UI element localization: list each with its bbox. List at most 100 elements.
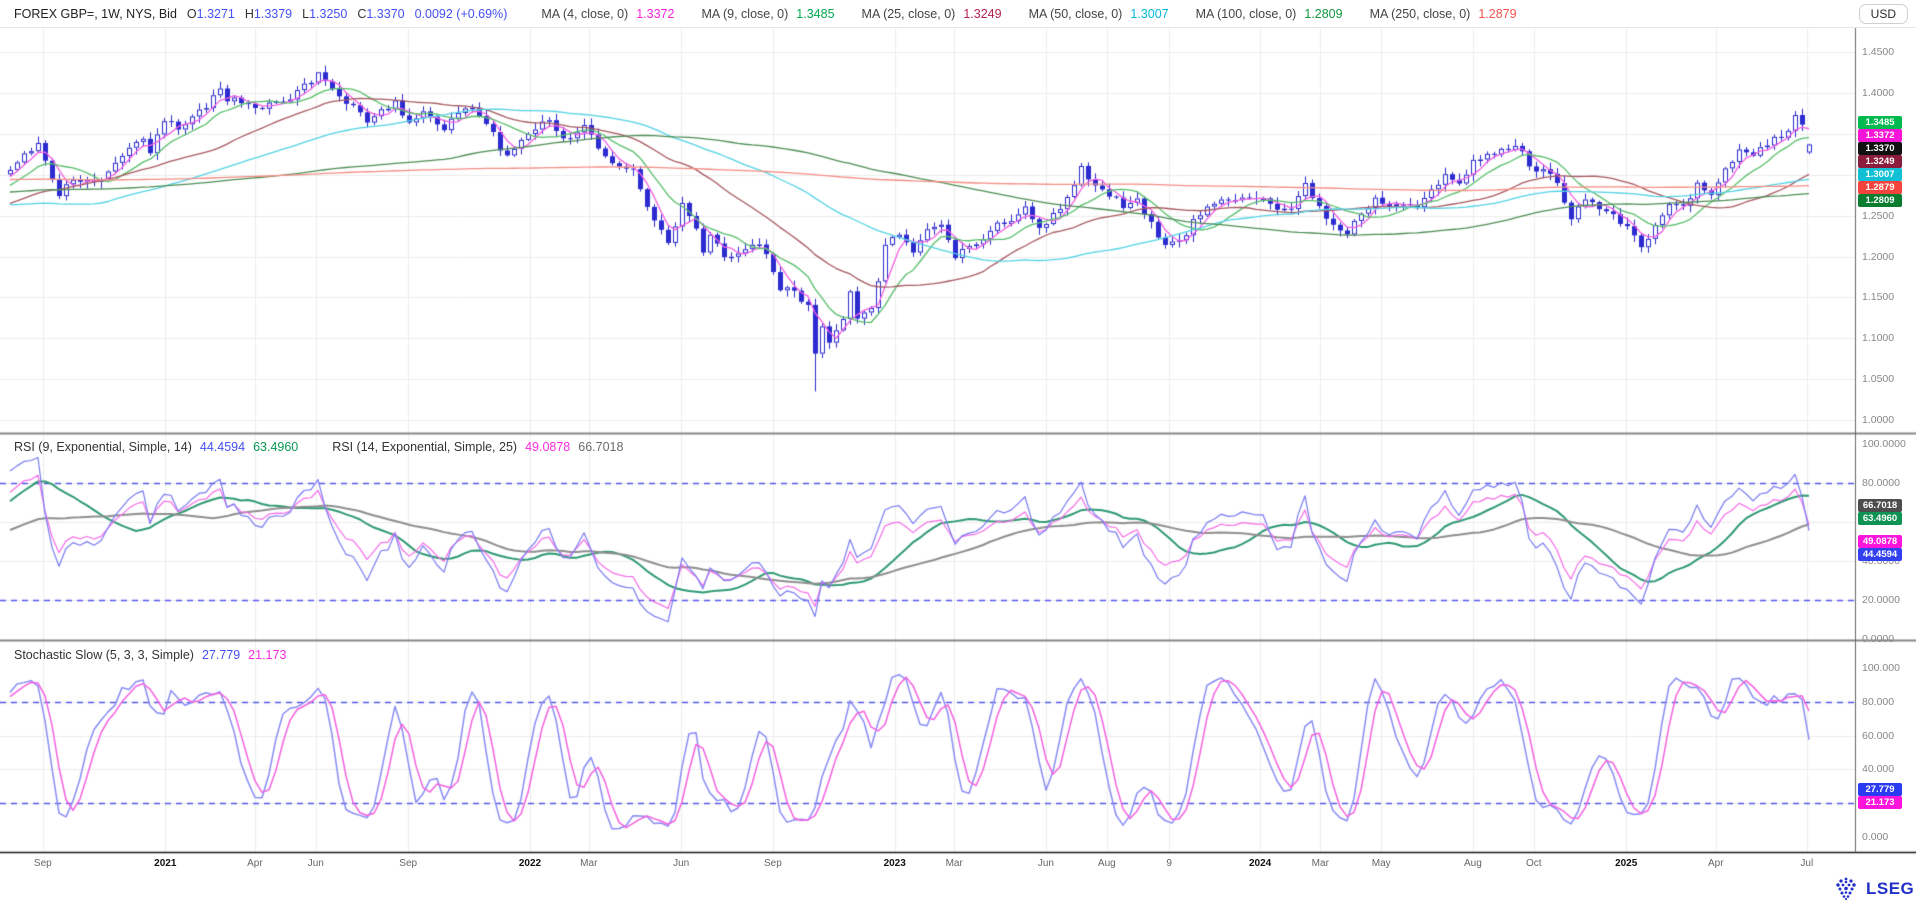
rsi14-value: 49.0878 <box>525 440 570 454</box>
ma-legend-item-100[interactable]: MA (100, close, 0)1.2809 <box>1196 7 1343 21</box>
time-axis-month-label[interactable]: Mar <box>580 858 597 869</box>
stoch-axis-tick: 80.000 <box>1862 696 1894 708</box>
rsi14-ma-badge: 66.7018 <box>1858 499 1902 512</box>
rsi9-badge: 44.4594 <box>1858 548 1902 561</box>
quote-value: 1.3250 <box>309 7 347 21</box>
rsi-axis-tick: 0.0000 <box>1862 633 1894 645</box>
quote-label: H <box>245 7 254 21</box>
ma-legend-value: 1.3485 <box>796 7 834 21</box>
quote-value: 1.3370 <box>366 7 404 21</box>
time-axis-year-label[interactable]: 2023 <box>884 858 906 869</box>
rsi9-ma-badge: 63.4960 <box>1858 512 1902 525</box>
lseg-branding: LSEG <box>1834 877 1914 901</box>
rsi-legend[interactable]: RSI (9, Exponential, Simple, 14) 44.4594 6… <box>14 440 631 454</box>
change-value: 0.0092 (+0.69%) <box>415 7 508 21</box>
ma-legend-value: 1.3372 <box>636 7 674 21</box>
ma-legend-value: 1.2879 <box>1478 7 1516 21</box>
quote-value: 1.3271 <box>197 7 235 21</box>
time-axis-month-label[interactable]: Jun <box>1038 858 1054 869</box>
quote-o: O1.3271 <box>187 7 235 21</box>
stoch-d-badge: 21.173 <box>1858 796 1902 809</box>
chart-header: FOREX GBP=, 1W, NYS, Bid O1.3271 H1.3379 L… <box>0 0 1916 28</box>
ma-legend-label: MA (50, close, 0) <box>1029 7 1123 21</box>
time-axis-month-label[interactable]: May <box>1372 858 1391 869</box>
time-axis-month-label[interactable]: Sep <box>764 858 782 869</box>
time-axis-year-label[interactable]: 2024 <box>1249 858 1271 869</box>
ma-legend-label: MA (25, close, 0) <box>862 7 956 21</box>
chart-workspace: FOREX GBP=, 1W, NYS, Bid O1.3271 H1.3379 L… <box>0 0 1916 905</box>
price-axis-tick: 1.2500 <box>1862 210 1894 222</box>
quote-l: L1.3250 <box>302 7 347 21</box>
stoch-axis-tick: 40.000 <box>1862 763 1894 775</box>
ma-legend-value: 1.3249 <box>963 7 1001 21</box>
rsi9-value: 44.4594 <box>200 440 245 454</box>
ma4-badge: 1.3372 <box>1858 129 1902 142</box>
stoch-axis-tick: 60.000 <box>1862 730 1894 742</box>
quote-c: C1.3370 <box>357 7 404 21</box>
time-axis-month-label[interactable]: Aug <box>1098 858 1116 869</box>
rsi9-ma-value: 63.4960 <box>253 440 298 454</box>
time-axis-month-label[interactable]: Aug <box>1464 858 1482 869</box>
last-price-badge: 1.3370 <box>1858 142 1902 155</box>
time-axis-month-label[interactable]: Jul <box>1800 858 1813 869</box>
time-axis-month-label[interactable]: Apr <box>1708 858 1724 869</box>
ma-legend-item-50[interactable]: MA (50, close, 0) 1.3007 <box>1029 7 1169 21</box>
ma50-badge: 1.3007 <box>1858 168 1902 181</box>
rsi14-label[interactable]: RSI (14, Exponential, Simple, 25) <box>332 440 517 454</box>
ma-legend: MA (4, close, 0) 1.3372 MA (9, close, 0) 1.… <box>541 7 1543 21</box>
ma-legend-label: MA (250, close, 0) <box>1370 7 1471 21</box>
time-axis-month-label[interactable]: Jun <box>673 858 689 869</box>
ma-legend-item-25[interactable]: MA (25, close, 0) 1.3249 <box>862 7 1002 21</box>
price-axis-tick: 1.1000 <box>1862 332 1894 344</box>
stoch-axis-tick: 100.000 <box>1862 662 1900 674</box>
ohlc-quote: O1.3271 H1.3379 L1.3250 C1.3370 <box>177 7 405 21</box>
ma-legend-label: MA (4, close, 0) <box>541 7 628 21</box>
ma-legend-item-9[interactable]: MA (9, close, 0) 1.3485 <box>701 7 834 21</box>
rsi-axis-tick: 100.0000 <box>1862 438 1906 450</box>
rsi14-ma-value: 66.7018 <box>578 440 623 454</box>
price-axis-tick: 1.4500 <box>1862 46 1894 58</box>
rsi-axis-tick: 80.0000 <box>1862 477 1900 489</box>
quote-label: O <box>187 7 197 21</box>
stochastic-legend[interactable]: Stochastic Slow (5, 3, 3, Simple) 27.779 2… <box>14 648 294 662</box>
price-axis-tick: 1.1500 <box>1862 291 1894 303</box>
time-axis-year-label[interactable]: 2022 <box>519 858 541 869</box>
instrument-title: FOREX GBP=, 1W, NYS, Bid <box>14 7 177 21</box>
price-axis-tick: 1.2000 <box>1862 251 1894 263</box>
time-axis-year-label[interactable]: 2025 <box>1615 858 1637 869</box>
ma-legend-item-4[interactable]: MA (4, close, 0) 1.3372 <box>541 7 674 21</box>
quote-value: 1.3379 <box>254 7 292 21</box>
time-axis-month-label[interactable]: Jun <box>308 858 324 869</box>
stoch-k-badge: 27.779 <box>1858 783 1902 796</box>
ma-legend-label: MA (9, close, 0) <box>701 7 788 21</box>
time-axis-month-label[interactable]: Mar <box>946 858 963 869</box>
lseg-crest-icon <box>1834 877 1860 901</box>
stoch-axis-tick: 0.000 <box>1862 831 1888 843</box>
currency-button[interactable]: USD <box>1859 4 1908 24</box>
price-axis-tick: 1.4000 <box>1862 87 1894 99</box>
ma-legend-label: MA (100, close, 0) <box>1196 7 1297 21</box>
ma100-badge: 1.2809 <box>1858 194 1902 207</box>
ma-legend-item-250[interactable]: MA (250, close, 0) 1.2879 <box>1370 7 1517 21</box>
time-axis-month-label[interactable]: 9 <box>1166 858 1172 869</box>
rsi14-badge: 49.0878 <box>1858 535 1902 548</box>
time-axis-year-label[interactable]: 2021 <box>154 858 176 869</box>
time-axis-month-label[interactable]: Mar <box>1312 858 1329 869</box>
ma25-badge: 1.3249 <box>1858 155 1902 168</box>
quote-h: H1.3379 <box>245 7 292 21</box>
time-axis-month-label[interactable]: Sep <box>399 858 417 869</box>
stoch-k-value: 27.779 <box>202 648 240 662</box>
lseg-logo-text: LSEG <box>1866 879 1914 899</box>
ma250-badge: 1.2879 <box>1858 181 1902 194</box>
quote-label: C <box>357 7 366 21</box>
rsi-axis-tick: 20.0000 <box>1862 594 1900 606</box>
rsi9-label[interactable]: RSI (9, Exponential, Simple, 14) <box>14 440 192 454</box>
ma9-badge: 1.3485 <box>1858 116 1902 129</box>
stochastic-label[interactable]: Stochastic Slow (5, 3, 3, Simple) <box>14 648 194 662</box>
price-axis-tick: 1.0000 <box>1862 414 1894 426</box>
stoch-d-value: 21.173 <box>248 648 286 662</box>
time-axis-month-label[interactable]: Sep <box>34 858 52 869</box>
time-axis-month-label[interactable]: Oct <box>1526 858 1542 869</box>
time-axis-month-label[interactable]: Apr <box>247 858 263 869</box>
ma-legend-value: 1.3007 <box>1130 7 1168 21</box>
